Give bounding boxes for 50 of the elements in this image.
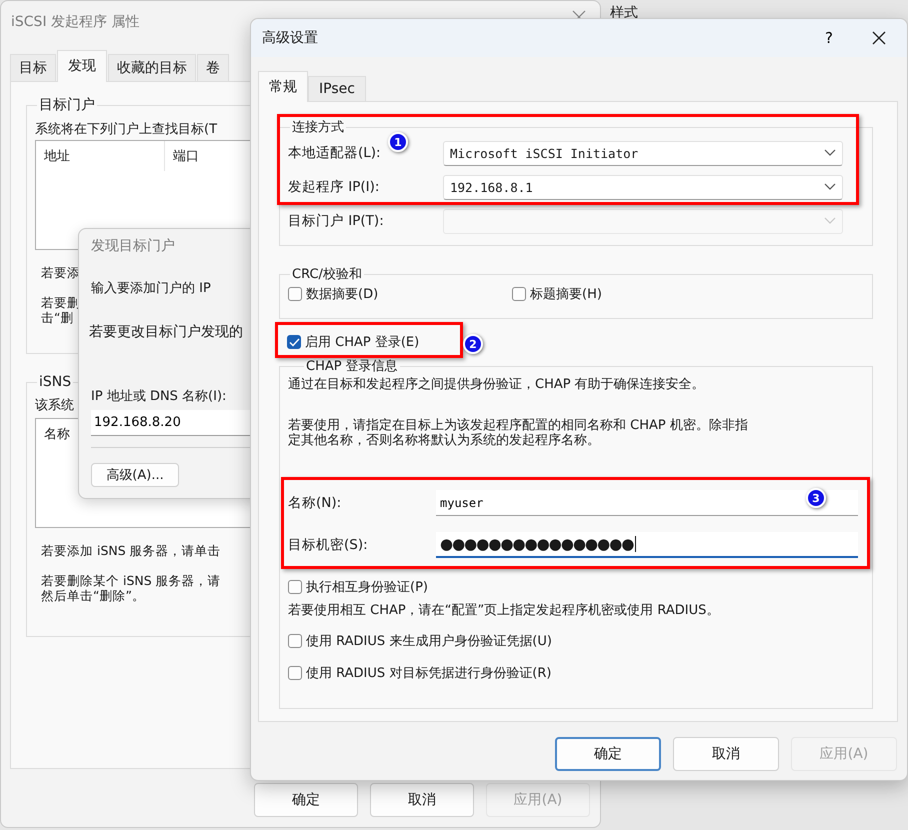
- group-title: 连接方式: [291, 119, 345, 136]
- hint-text: 若要添加 iSNS 服务器，请单击: [41, 543, 221, 558]
- field-label: 发起程序 IP(I):: [288, 178, 380, 196]
- dialog-button[interactable]: 取消: [673, 737, 779, 771]
- tab[interactable]: 目标: [10, 54, 56, 81]
- check-icon: [288, 338, 300, 346]
- chevron-icon: [824, 149, 836, 157]
- help-button[interactable]: ?: [815, 29, 843, 47]
- column-header[interactable]: 地址: [36, 141, 165, 171]
- hint-text: 若要添: [41, 265, 80, 280]
- field-label: 目标门户 IP(T):: [288, 212, 385, 230]
- description-text: 系统将在下列门户上查找目标(T: [35, 121, 218, 138]
- dialog-button[interactable]: 取消: [370, 783, 474, 817]
- checkbox[interactable]: 标题摘要(H): [512, 285, 736, 303]
- tab[interactable]: 卷: [197, 54, 229, 81]
- tab[interactable]: 常规: [258, 71, 308, 102]
- checkbox[interactable]: 数据摘要(D): [288, 285, 512, 303]
- dropdown[interactable]: Microsoft iSCSI Initiator: [443, 140, 843, 166]
- intro-text: 通过在目标和发起程序之间提供身份验证，CHAP 有助于确保连接安全。: [288, 377, 706, 392]
- window-title: 发现目标门户: [91, 237, 175, 255]
- tab[interactable]: IPsec: [308, 76, 366, 101]
- chevron-icon: [824, 183, 836, 191]
- field-label: 名称(N):: [288, 494, 342, 512]
- group-title: CHAP 登录信息: [305, 358, 399, 375]
- close-icon: [871, 30, 887, 46]
- tab[interactable]: 发现: [57, 50, 107, 82]
- dialog-button[interactable]: 确定: [555, 737, 661, 771]
- note-text: 若要更改目标门户发现的: [89, 323, 243, 341]
- checkbox[interactable]: 使用 RADIUS 来生成用户身份验证凭据(U): [288, 632, 552, 650]
- prompt-text: 输入要添加门户的 IP: [91, 280, 211, 297]
- hint-text: 若要删除某个 iSNS 服务器，请 然后单击“删除”。: [41, 573, 221, 603]
- checkbox[interactable]: 使用 RADIUS 对目标凭据进行身份验证(R): [288, 664, 552, 682]
- chevron-icon: [824, 217, 836, 225]
- description-text: 该系统: [35, 397, 74, 414]
- window-title: 高级设置: [262, 29, 319, 47]
- secret-field[interactable]: ●●●●●●●●●●●●●●●●: [436, 532, 858, 558]
- dialog-button[interactable]: 确定: [254, 783, 358, 817]
- checkbox[interactable]: 启用 CHAP 登录(E): [287, 333, 420, 351]
- window-title: iSCSI 发起程序 属性: [11, 13, 140, 31]
- background-label: 样式: [610, 4, 638, 22]
- group-title: 目标门户: [38, 96, 96, 114]
- group-title: iSNS: [38, 374, 72, 390]
- dropdown[interactable]: 192.168.8.1: [443, 174, 843, 200]
- group-title: CRC/校验和: [291, 266, 363, 283]
- checkbox[interactable]: 执行相互身份验证(P): [288, 578, 428, 596]
- tab[interactable]: 收藏的目标: [108, 54, 196, 81]
- note-text: 若要使用相互 CHAP，请在“配置”页上指定发起程序机密或使用 RADIUS。: [288, 603, 720, 618]
- field-label: 目标机密(S):: [288, 536, 369, 554]
- advanced-button[interactable]: 高级(A)...: [91, 463, 179, 487]
- field-label: IP 地址或 DNS 名称(I):: [91, 388, 226, 405]
